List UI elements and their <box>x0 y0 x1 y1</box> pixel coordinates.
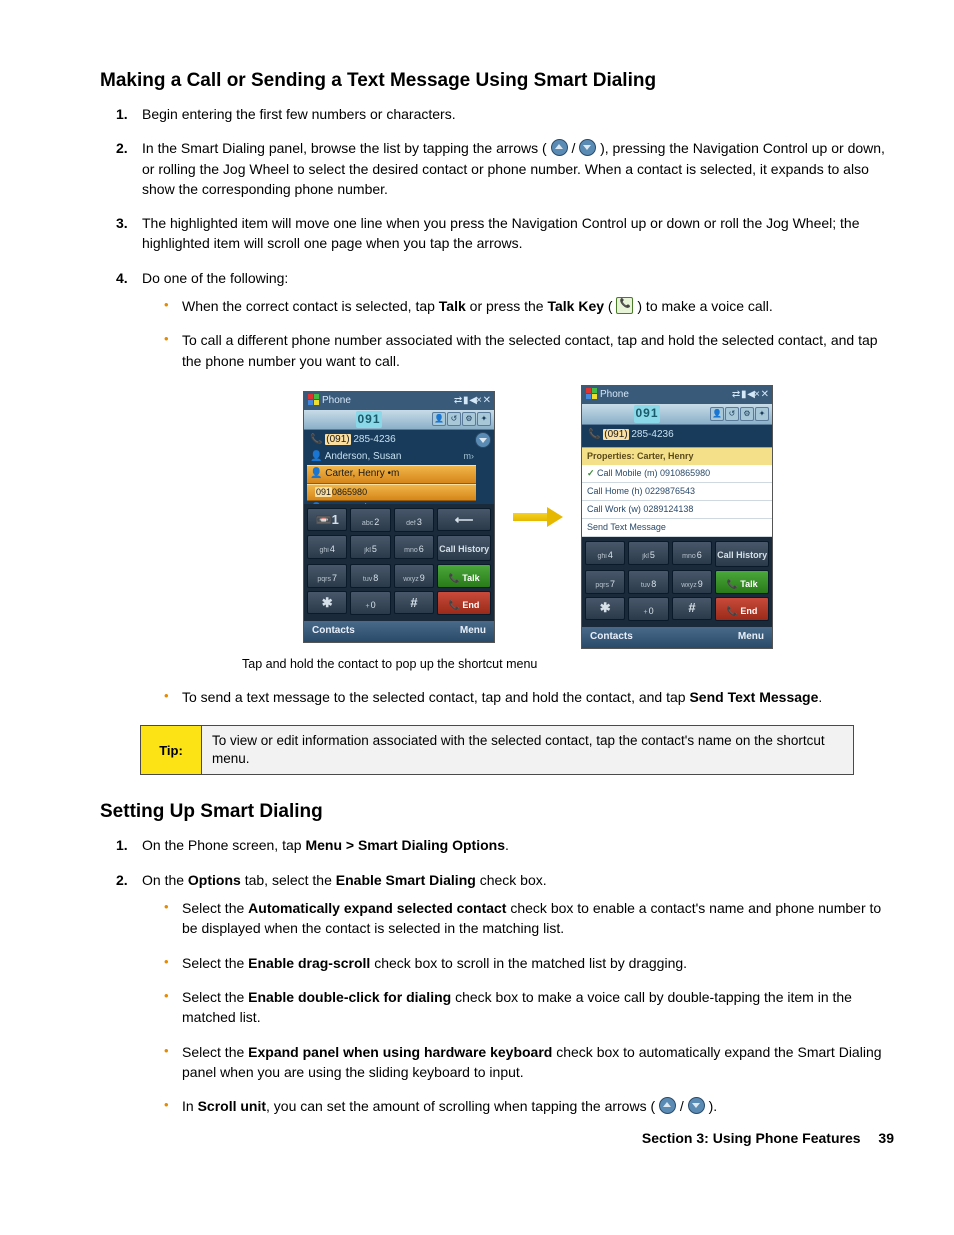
arrow-down-icon <box>688 1097 705 1114</box>
opt-double-click: Select the Enable double-click for diali… <box>164 987 894 1028</box>
arrow-right-icon <box>513 509 563 525</box>
step-1: 1. Begin entering the first few numbers … <box>100 104 894 124</box>
talk-key-icon <box>616 297 633 314</box>
page-footer: Section 3: Using Phone Features 39 <box>642 1130 894 1146</box>
screenshot-before: Phone⇄ ▮ ◀× ✕ 091 👤↺⚙✦ 📞 (091) (091) 285… <box>303 391 495 643</box>
selected-contact: 👤 Carter, Henry •m <box>307 465 476 484</box>
setup-step-2: 2. On the Options tab, select the Enable… <box>100 870 894 1117</box>
bullet-other-number: To call a different phone number associa… <box>164 330 894 371</box>
step-4: 4. Do one of the following: When the cor… <box>100 268 894 707</box>
status-icons: ⇄ ▮ ◀× ✕ <box>732 388 768 403</box>
sicon-3: ⚙ <box>462 412 476 426</box>
tip-box: Tip: To view or edit information associa… <box>140 725 854 775</box>
bullet-send-text: To send a text message to the selected c… <box>164 687 894 707</box>
tip-label: Tip: <box>141 726 202 774</box>
menu-call-home: Call Home (h) 0229876543 <box>582 483 772 501</box>
softkey-contacts: Contacts <box>312 624 355 639</box>
talk-key: 📞 Talk <box>437 564 491 588</box>
windows-logo-icon <box>308 394 319 405</box>
opt-expand-keyboard: Select the Expand panel when using hardw… <box>164 1042 894 1083</box>
arrow-up-icon <box>551 139 568 156</box>
windows-logo-icon <box>586 388 597 399</box>
dialed-digits: 091 <box>356 411 381 428</box>
step-2: 2. In the Smart Dialing panel, browse th… <box>100 138 894 199</box>
menu-call-work: Call Work (w) 0289124138 <box>582 501 772 519</box>
heading-smart-dial-call: Making a Call or Sending a Text Message … <box>100 70 894 92</box>
setup-step-1: 1. On the Phone screen, tap Menu > Smart… <box>100 835 894 855</box>
menu-send-text: Send Text Message <box>582 519 772 537</box>
backspace-key: ⟵ <box>437 508 491 531</box>
opt-auto-expand: Select the Automatically expand selected… <box>164 898 894 939</box>
bullet-talk: When the correct contact is selected, ta… <box>164 296 894 316</box>
softkey-menu: Menu <box>460 624 486 639</box>
heading-setup-smart-dialing: Setting Up Smart Dialing <box>100 801 894 823</box>
shortcut-menu: Properties: Carter, Henry Call Mobile (m… <box>582 447 772 537</box>
sicon-2: ↺ <box>447 412 461 426</box>
arrow-up-icon <box>659 1097 676 1114</box>
opt-scroll-unit: In Scroll unit, you can set the amount o… <box>164 1096 894 1116</box>
arrow-down-icon <box>579 139 596 156</box>
opt-drag-scroll: Select the Enable drag-scroll check box … <box>164 953 894 973</box>
screenshot-row: Phone⇄ ▮ ◀× ✕ 091 👤↺⚙✦ 📞 (091) (091) 285… <box>182 385 894 649</box>
menu-call-mobile: Call Mobile (m) 0910865980 <box>582 465 772 483</box>
sicon-1: 👤 <box>432 412 446 426</box>
status-icons: ⇄ ▮ ◀× ✕ <box>454 394 490 409</box>
screenshot-after: Phone⇄ ▮ ◀× ✕ 091 👤↺⚙✦ 📞 (091) 285-4236 … <box>581 385 773 649</box>
sicon-4: ✦ <box>477 412 491 426</box>
step-3: 3. The highlighted item will move one li… <box>100 213 894 254</box>
end-key: 📞 End <box>437 591 491 615</box>
tip-text: To view or edit information associated w… <box>202 726 853 774</box>
call-history-key: Call History <box>437 535 491 561</box>
screenshot-caption: Tap and hold the contact to pop up the s… <box>242 655 894 673</box>
